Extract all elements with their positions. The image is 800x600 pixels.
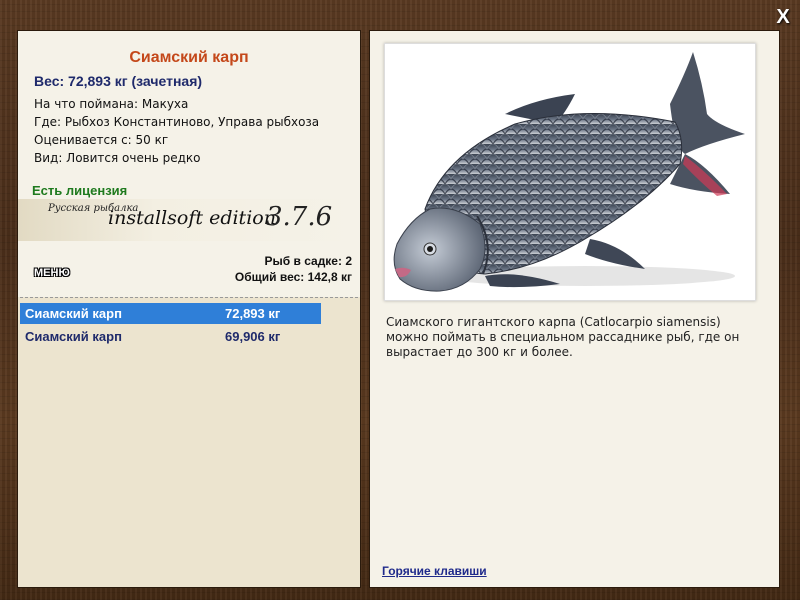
menu-button[interactable]: МЕНЮ <box>34 267 70 279</box>
cage-stats: Рыб в садке: 2 Общий вес: 142,8 кг <box>235 253 352 285</box>
fish-rarity: Вид: Ловится очень редко <box>34 151 201 165</box>
license-status: Есть лицензия <box>32 183 128 198</box>
fish-illustration <box>393 52 745 292</box>
fish-title: Сиамский карп <box>129 49 249 66</box>
catch-weight: 69,906 кг <box>225 329 281 344</box>
divider <box>20 297 358 298</box>
catch-row[interactable]: Сиамский карп 69,906 кг <box>20 326 321 347</box>
fish-bait: На что поймана: Макуха <box>34 97 189 111</box>
fish-image <box>384 43 756 301</box>
hotkeys-link[interactable]: Горячие клавиши <box>382 564 487 578</box>
fish-info-panel: Сиамский карп Вес: 72,893 кг (зачетная) … <box>17 30 361 588</box>
catch-name: Сиамский карп <box>25 329 122 344</box>
fish-location: Где: Рыбхоз Константиново, Управа рыбхоз… <box>34 115 320 129</box>
game-logo: Русская рыбалка installsoft edition 3.7.… <box>18 199 360 241</box>
fish-details-panel: Сиамского гигантского карпа (Catlocarpio… <box>369 30 780 588</box>
cage-total-weight: Общий вес: 142,8 кг <box>234 270 352 284</box>
logo-edition: installsoft edition <box>108 207 276 229</box>
close-button[interactable]: X <box>772 6 794 28</box>
cage-count: Рыб в садке: 2 <box>264 254 352 268</box>
catch-name: Сиамский карп <box>25 306 122 321</box>
fish-weight: Вес: 72,893 кг (зачетная) <box>34 73 203 89</box>
fish-value: Оценивается с: 50 кг <box>34 133 169 147</box>
fish-info-card: Сиамский карп Вес: 72,893 кг (зачетная) … <box>18 31 360 297</box>
fish-description: Сиамского гигантского карпа (Catlocarpio… <box>386 315 740 359</box>
logo-version: 3.7.6 <box>266 202 333 232</box>
catch-weight: 72,893 кг <box>225 306 281 321</box>
catch-row[interactable]: Сиамский карп 72,893 кг <box>20 303 321 324</box>
